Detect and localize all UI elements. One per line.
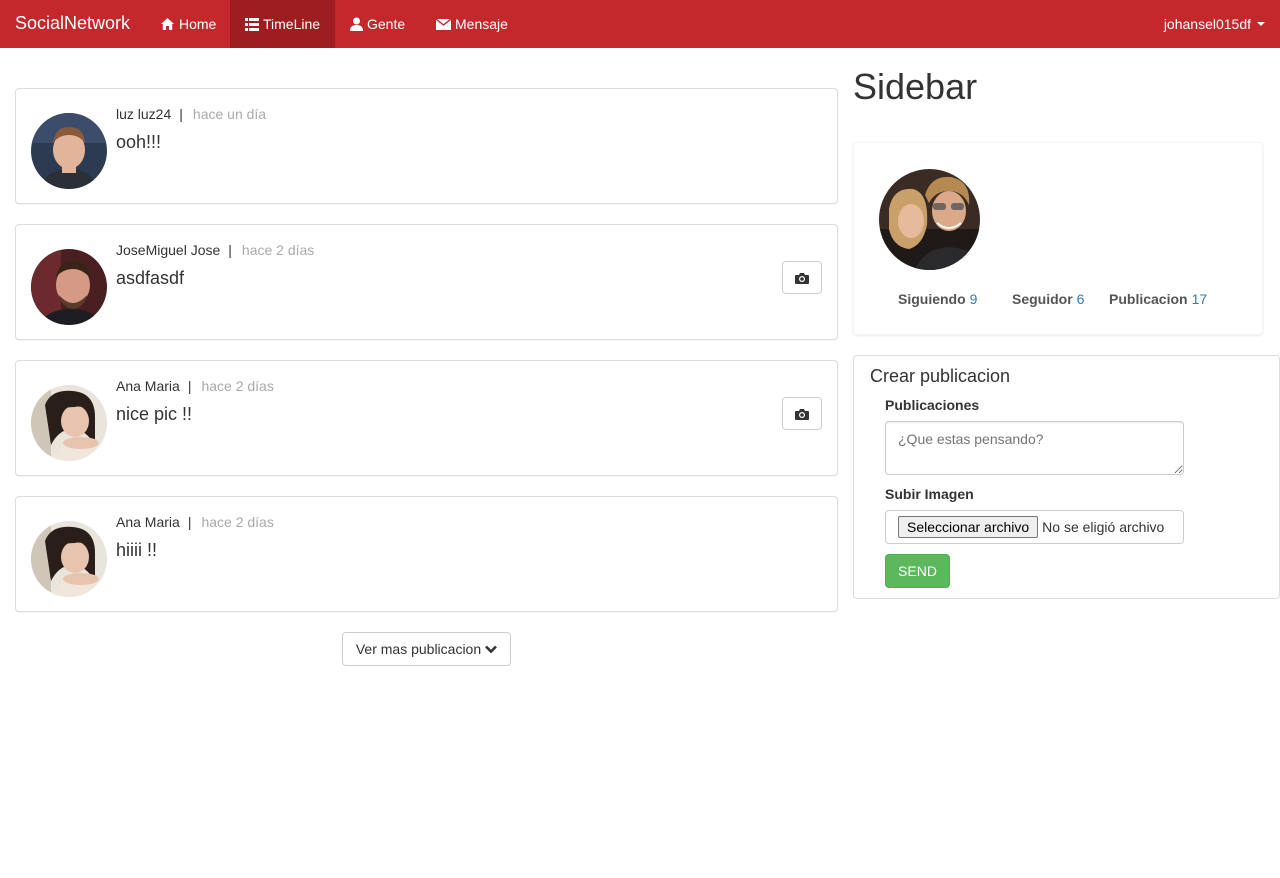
post-author[interactable]: JoseMiguel Jose bbox=[116, 242, 220, 258]
stat-label: Seguidor bbox=[1012, 291, 1073, 307]
post-author[interactable]: Ana Maria bbox=[116, 378, 180, 394]
image-upload-label: Subir Imagen bbox=[885, 486, 974, 502]
camera-icon bbox=[795, 272, 809, 284]
load-more-button[interactable]: Ver mas publicacion bbox=[342, 632, 511, 666]
post-card: Ana Maria | hace 2 días hiiii !! bbox=[15, 496, 838, 612]
brand-link[interactable]: SocialNetwork bbox=[15, 0, 130, 48]
file-status: No se eligió archivo bbox=[1042, 519, 1165, 535]
nav-label-gente: Gente bbox=[367, 16, 406, 32]
post-card: luz luz24 | hace un día ooh!!! bbox=[15, 88, 838, 204]
caret-down-icon bbox=[1257, 22, 1265, 26]
post-time: hace 2 días bbox=[201, 514, 274, 530]
send-button[interactable]: SEND bbox=[885, 554, 950, 588]
stat-label: Publicacion bbox=[1109, 291, 1188, 307]
profile-avatar[interactable] bbox=[879, 169, 980, 270]
post-author[interactable]: Ana Maria bbox=[116, 514, 180, 530]
post-meta: Ana Maria | hace 2 días bbox=[116, 378, 274, 394]
post-time: hace un día bbox=[192, 106, 267, 122]
view-image-button[interactable] bbox=[782, 397, 822, 430]
home-icon bbox=[161, 18, 174, 30]
camera-icon bbox=[795, 408, 809, 420]
view-image-button[interactable] bbox=[782, 261, 822, 294]
top-navbar: SocialNetwork Home TimeLine Gente Mensaj… bbox=[0, 0, 1280, 48]
post-meta: luz luz24 | hace un día bbox=[116, 106, 266, 122]
user-icon bbox=[350, 17, 363, 31]
post-card: Ana Maria | hace 2 días nice pic !! bbox=[15, 360, 838, 476]
file-input[interactable]: Seleccionar archivo No se eligió archivo bbox=[885, 510, 1184, 544]
stat-value: 17 bbox=[1191, 291, 1208, 307]
nav-label-mensaje: Mensaje bbox=[455, 16, 508, 32]
post-author[interactable]: luz luz24 bbox=[116, 106, 171, 122]
avatar[interactable] bbox=[31, 113, 107, 189]
post-meta: Ana Maria | hace 2 días bbox=[116, 514, 274, 530]
stat-followers[interactable]: Seguidor 6 bbox=[1012, 291, 1084, 307]
post-text: hiiii !! bbox=[116, 540, 158, 560]
nav-label-timeline: TimeLine bbox=[263, 16, 321, 32]
stat-value: 9 bbox=[969, 291, 978, 307]
post-meta: JoseMiguel Jose | hace 2 días bbox=[116, 242, 314, 258]
post-card: JoseMiguel Jose | hace 2 días asdfasdf bbox=[15, 224, 838, 340]
nav-item-gente[interactable]: Gente bbox=[335, 0, 420, 48]
meta-separator: | bbox=[228, 242, 232, 258]
nav-item-mensaje[interactable]: Mensaje bbox=[421, 0, 523, 48]
avatar[interactable] bbox=[31, 249, 107, 325]
stat-following[interactable]: Siguiendo 9 bbox=[898, 291, 977, 307]
profile-card: Siguiendo 9 Seguidor 6 Publicacion 17 bbox=[853, 142, 1263, 335]
post-time: hace 2 días bbox=[201, 378, 274, 394]
load-more-label: Ver mas publicacion bbox=[355, 641, 482, 657]
meta-separator: | bbox=[187, 378, 192, 394]
post-textarea[interactable] bbox=[885, 421, 1184, 475]
avatar[interactable] bbox=[31, 385, 107, 461]
create-post-card: Crear publicacion Publicaciones Subir Im… bbox=[853, 355, 1280, 599]
list-icon bbox=[245, 17, 259, 31]
meta-separator: | bbox=[179, 106, 183, 122]
meta-separator: | bbox=[187, 514, 192, 530]
nav-label-home: Home bbox=[179, 16, 217, 32]
stat-value: 6 bbox=[1076, 291, 1085, 307]
post-time: hace 2 días bbox=[241, 242, 315, 258]
nav-item-timeline[interactable]: TimeLine bbox=[230, 0, 336, 48]
avatar[interactable] bbox=[31, 521, 107, 597]
user-dropdown[interactable]: johansel015df bbox=[1164, 0, 1265, 48]
create-post-title: Crear publicacion bbox=[870, 366, 1011, 386]
envelope-icon bbox=[436, 18, 451, 30]
nav-item-home[interactable]: Home bbox=[145, 0, 231, 48]
username: johansel015df bbox=[1163, 16, 1251, 32]
stat-label: Siguiendo bbox=[898, 291, 966, 307]
sidebar-title: Sidebar bbox=[853, 66, 978, 107]
post-text: ooh!!! bbox=[116, 132, 162, 152]
stat-posts[interactable]: Publicacion 17 bbox=[1109, 291, 1207, 307]
chevron-down-icon bbox=[485, 645, 498, 653]
post-text: nice pic !! bbox=[116, 404, 193, 424]
post-text-label: Publicaciones bbox=[885, 397, 980, 413]
post-text: asdfasdf bbox=[116, 268, 185, 288]
choose-file-button[interactable]: Seleccionar archivo bbox=[898, 516, 1039, 538]
